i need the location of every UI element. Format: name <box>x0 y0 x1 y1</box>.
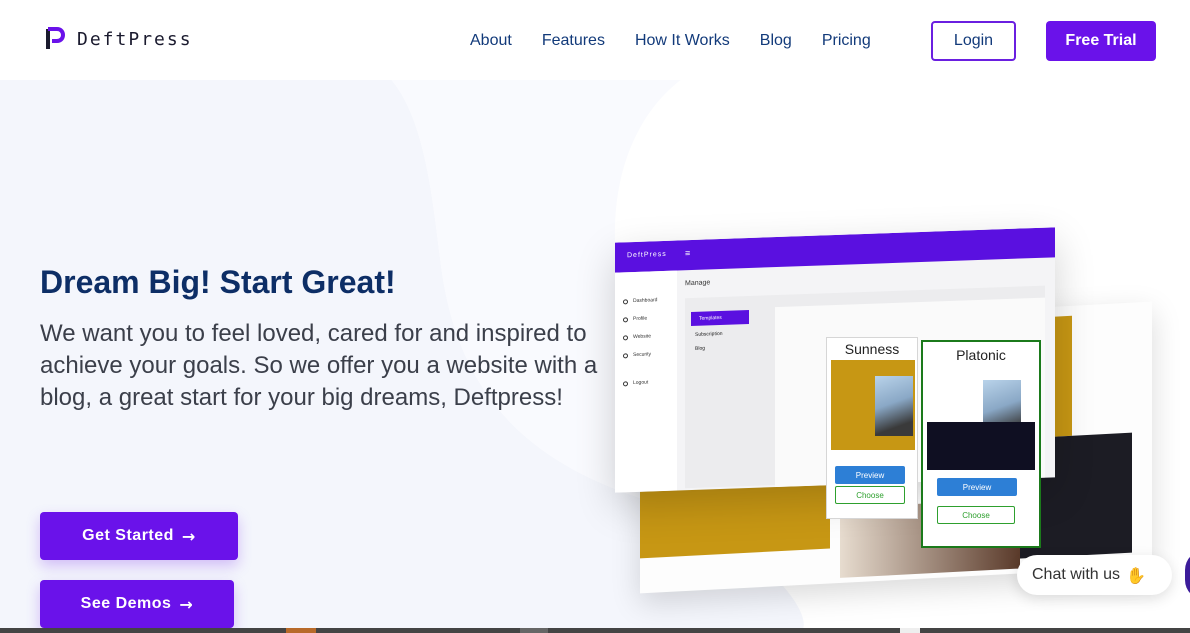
hero-subtitle: We want you to feel loved, cared for and… <box>40 320 598 411</box>
template-dark-band <box>927 422 1035 470</box>
get-started-label: Get Started <box>82 527 174 544</box>
login-button[interactable]: Login <box>931 21 1016 61</box>
mockup-sidebar-item: Security <box>623 351 651 358</box>
template-preview-button[interactable]: Preview <box>937 478 1017 496</box>
nav-features[interactable]: Features <box>542 32 605 50</box>
strip-segment <box>520 628 548 633</box>
template-card-sunness: Sunness Preview Choose <box>826 337 918 519</box>
template-choose-button[interactable]: Choose <box>835 486 905 504</box>
mockup-sidebar-item: Logout <box>623 380 648 387</box>
mockup-tab-templates: Templates <box>691 310 749 327</box>
mockup-tab-subscription: Subscription <box>695 330 723 338</box>
hamburger-icon: ≡ <box>685 248 691 259</box>
mockup-tab-blog: Blog <box>695 345 706 352</box>
chat-widget[interactable]: Chat with us ✋ <box>1017 555 1172 595</box>
nav-about[interactable]: About <box>470 32 512 50</box>
nav-how-it-works[interactable]: How It Works <box>635 32 730 50</box>
template-name: Sunness <box>844 341 900 357</box>
get-started-button[interactable]: Get Started → <box>40 512 238 560</box>
template-name: Platonic <box>956 347 1006 363</box>
logo[interactable]: DeftPress <box>45 26 193 52</box>
mockup-topbar: DeftPress ≡ <box>615 227 1055 273</box>
see-demos-label: See Demos <box>80 595 172 612</box>
template-preview-button[interactable]: Preview <box>835 466 905 484</box>
logo-icon <box>46 27 65 49</box>
logo-text: DeftPress <box>77 29 193 50</box>
hero-title: Dream Big! Start Great! <box>40 264 396 300</box>
mockup-sidebar-item: Profile <box>623 316 647 323</box>
template-choose-button[interactable]: Choose <box>937 506 1015 524</box>
logo-text-part2: Press <box>128 28 193 50</box>
bottom-strip <box>0 628 1190 633</box>
main-nav: About Features How It Works Blog Pricing <box>470 21 901 61</box>
nav-blog[interactable]: Blog <box>760 32 792 50</box>
arrow-right-icon: → <box>181 526 196 546</box>
site-header: DeftPress About Features How It Works Bl… <box>0 0 1190 80</box>
template-card-platonic: Platonic Preview Choose <box>921 340 1041 548</box>
nav-pricing[interactable]: Pricing <box>822 32 871 50</box>
arrow-right-icon: → <box>179 594 194 614</box>
see-demos-button[interactable]: See Demos → <box>40 580 234 628</box>
template-hero <box>831 360 915 450</box>
wave-hand-icon: ✋ <box>1126 565 1146 585</box>
template-image <box>875 376 913 436</box>
mockup-brand: DeftPress <box>627 250 667 260</box>
mockup-sidebar-item: Dashboard <box>623 297 657 304</box>
mockup-sidebar-item: Website <box>623 333 651 340</box>
mockup-sidebar: Dashboard Profile Website Security Logou… <box>615 270 677 493</box>
mockup-manage-label: Manage <box>685 279 711 288</box>
chat-label: Chat with us <box>1032 566 1121 583</box>
strip-segment <box>286 628 316 633</box>
logo-text-part1: Deft <box>77 28 129 50</box>
free-trial-button[interactable]: Free Trial <box>1046 21 1156 61</box>
strip-segment <box>900 628 920 633</box>
